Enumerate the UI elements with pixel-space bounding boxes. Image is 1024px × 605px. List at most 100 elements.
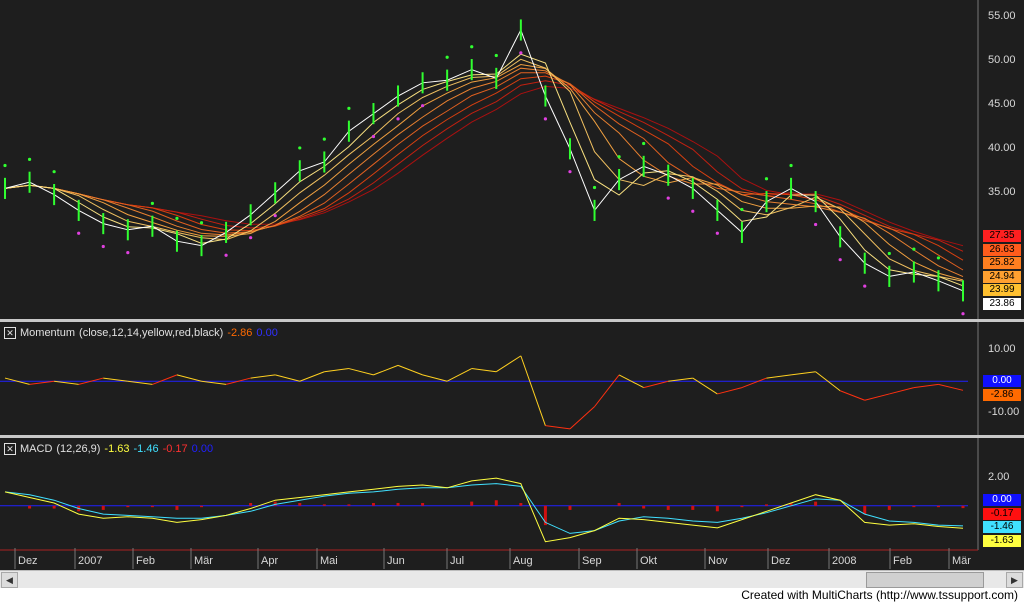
price-value-tag: 24.94: [983, 270, 1021, 283]
x-axis-month-label: Feb: [136, 555, 155, 567]
macd-close-icon[interactable]: ✕: [4, 443, 16, 455]
sar-dot: [764, 177, 769, 181]
momentum-close-icon[interactable]: ✕: [4, 327, 16, 339]
momentum-line-segment: [176, 374, 202, 382]
momentum-line-segment: [766, 374, 792, 379]
sar-dot: [27, 157, 32, 161]
scroll-right-button[interactable]: ▶: [1006, 572, 1023, 588]
momentum-value-tag: -2.86: [983, 389, 1021, 401]
sar-dot: [715, 231, 719, 235]
price-value-tag: 23.99: [983, 284, 1021, 296]
sar-dot: [420, 104, 425, 108]
price-y-tick-label: 40.00: [988, 141, 1016, 154]
scroll-left-button[interactable]: ◀: [1, 572, 18, 588]
sar-dot: [912, 247, 916, 251]
sar-dot: [322, 137, 326, 141]
sar-dot: [543, 117, 548, 121]
momentum-line-segment: [250, 374, 276, 379]
sar-dot: [494, 53, 498, 58]
sar-dot: [666, 196, 670, 200]
sar-dot: [101, 244, 105, 249]
momentum-line-segment: [348, 368, 374, 376]
sar-dot: [789, 163, 793, 168]
x-axis-month-label: Mär: [194, 555, 213, 567]
momentum-value-1: -2.86: [227, 327, 253, 339]
momentum-line-segment: [594, 374, 620, 407]
x-axis-month-label: Mai: [320, 555, 338, 567]
momentum-line-segment: [275, 374, 300, 382]
pane-separator-2[interactable]: [0, 435, 1024, 438]
macd-title: MACD: [20, 443, 53, 455]
momentum-title: Momentum: [20, 327, 76, 339]
macd-value-tag: -0.17: [983, 507, 1021, 520]
sar-dot: [150, 201, 154, 205]
x-axis-month-label: Apr: [261, 555, 279, 567]
sar-dot: [347, 106, 351, 110]
momentum-line-segment: [913, 383, 939, 389]
sar-dot: [519, 51, 523, 55]
momentum-line-segment: [692, 377, 718, 395]
chart-area: ✕ Momentum (close,12,14,yellow,red,black…: [0, 0, 1024, 570]
macd-signal-line: [4, 483, 964, 534]
price-value-tag: 27.35: [983, 230, 1021, 242]
sar-dot: [691, 209, 695, 213]
price-value-tag: 26.63: [983, 243, 1021, 256]
sar-dot: [371, 134, 376, 139]
macd-value-tag: -1.63: [983, 534, 1021, 547]
price-y-tick-label: 50.00: [988, 53, 1016, 66]
x-axis-month-label: Jul: [450, 555, 465, 567]
price-ribbon-line-5: [4, 63, 964, 281]
sar-dot: [3, 163, 7, 168]
sar-dot: [77, 231, 81, 235]
x-axis-month-label: Okt: [640, 555, 658, 567]
price-y-tick-label: 45.00: [988, 97, 1016, 110]
momentum-line-segment: [569, 406, 595, 430]
x-axis-month-label: Nov: [708, 555, 728, 567]
macd-params: (12,26,9): [56, 443, 101, 455]
momentum-line-segment: [422, 374, 448, 382]
horizontal-scrollbar[interactable]: ◀ ▶: [0, 570, 1024, 588]
momentum-line-segment: [324, 368, 349, 373]
x-axis-month-label: Feb: [893, 555, 912, 567]
x-axis-month-label: Mär: [952, 555, 971, 567]
sar-dot: [199, 221, 204, 225]
sar-dot: [249, 236, 253, 240]
sar-dot: [887, 251, 891, 256]
momentum-line-segment: [864, 393, 890, 401]
momentum-line-segment: [741, 377, 767, 389]
sar-dot: [863, 284, 867, 288]
sar-dot: [838, 258, 842, 262]
momentum-line-segment: [889, 387, 914, 395]
momentum-line-segment: [299, 371, 325, 382]
macd-pane-header: ✕ MACD (12,26,9) -1.63 -1.46 -0.17 0.00: [4, 442, 213, 456]
momentum-pane-header: ✕ Momentum (close,12,14,yellow,red,black…: [4, 326, 278, 340]
macd-line: [4, 477, 964, 543]
price-ribbon-line-7: [4, 53, 964, 287]
sar-dot: [224, 253, 228, 257]
momentum-line-segment: [373, 364, 399, 376]
x-axis-month-label: Dez: [18, 555, 38, 567]
sar-dot: [396, 117, 400, 121]
x-axis-month-label: Jun: [387, 555, 405, 567]
momentum-line-segment: [643, 380, 669, 389]
x-axis-month-label: Dez: [771, 555, 791, 567]
scrollbar-thumb[interactable]: [866, 572, 984, 588]
price-value-tag: 23.86: [983, 297, 1021, 310]
sar-dot: [617, 155, 621, 159]
x-axis-month-label: Sep: [582, 555, 602, 567]
sar-dot: [642, 141, 646, 146]
sar-dot: [961, 312, 965, 316]
sar-dot: [126, 251, 130, 255]
momentum-y-tick-label: -10.00: [988, 405, 1020, 418]
x-axis-month-label: 2008: [832, 555, 857, 567]
sar-dot: [273, 214, 277, 218]
price-ribbon-line-2: [4, 75, 964, 261]
momentum-line-segment: [397, 364, 423, 376]
pane-separator-1[interactable]: [0, 319, 1024, 322]
macd-y-tick-label: 2.00: [988, 471, 1010, 484]
sar-dot: [740, 207, 744, 212]
chart-svg: [0, 0, 1024, 570]
momentum-value-2: 0.00: [256, 327, 278, 339]
momentum-line-segment: [520, 355, 546, 426]
sar-dot: [470, 45, 474, 49]
